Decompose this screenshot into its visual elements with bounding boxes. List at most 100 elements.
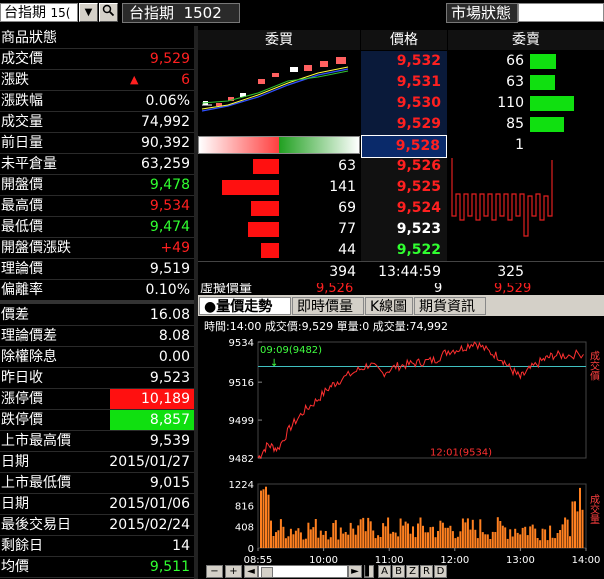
volume-bar	[287, 536, 290, 548]
chart-mode-button-r[interactable]: R	[420, 565, 433, 578]
virtual-qty: 9	[434, 283, 443, 294]
volume-tick-label: 816	[235, 501, 254, 512]
volume-bar	[272, 536, 275, 548]
volume-bar	[292, 534, 295, 548]
ask-row[interactable]: 9,532 66	[198, 51, 604, 72]
volume-bar	[541, 528, 544, 548]
volume-bar	[302, 539, 305, 548]
info-row: 日期 2015/01/27	[0, 452, 194, 473]
volume-bar	[446, 527, 449, 548]
up-arrow-icon: ▲	[130, 73, 139, 86]
bid-row[interactable]: 77 9,523	[198, 219, 604, 240]
volume-bar	[409, 533, 412, 548]
chart-mode-button-a[interactable]: A	[378, 565, 391, 578]
chart-mode-button-d[interactable]: D	[434, 565, 447, 578]
ask-row[interactable]: 9,530 110	[198, 93, 604, 114]
virtual-price-2: 9,529	[494, 283, 532, 294]
search-icon[interactable]	[99, 3, 118, 22]
quote-value: 9,534	[149, 198, 190, 214]
volume-bar	[344, 532, 347, 548]
volume-bar	[514, 528, 517, 548]
volume-bar	[319, 530, 322, 548]
volume-bar	[347, 534, 350, 548]
volume-bar	[367, 517, 370, 548]
quote-row: 漲跌 6 ▲	[0, 70, 194, 91]
quote-row: 漲跌幅 0.06%	[0, 91, 194, 112]
tab-realtime-price-volume[interactable]: 即時價量	[292, 297, 364, 315]
volume-bar	[536, 538, 539, 548]
price-volume-chart[interactable]: 95349516949994821224816408008:55 10:00 11:…	[198, 316, 604, 579]
product-title: 台指期 1502	[122, 3, 240, 23]
chart-mode-button-z[interactable]: Z	[406, 565, 419, 578]
index-select-code: 15(	[50, 6, 71, 20]
volume-bar	[422, 525, 424, 548]
quote-value-cell: 90,392	[110, 133, 194, 153]
virtual-label: 虛擬價量	[200, 283, 253, 294]
ask-row[interactable]: 9,529 85	[198, 114, 604, 135]
bid-row[interactable]: 63 9,526	[198, 156, 604, 177]
info-label: 昨日收	[1, 370, 43, 386]
quote-value-cell: 9,529	[110, 49, 194, 69]
bid-qty: 69	[338, 200, 356, 216]
volume-bar	[332, 523, 335, 548]
volume-bar	[566, 519, 569, 548]
bid-price: 9,522	[396, 242, 441, 258]
volume-bar	[342, 533, 345, 548]
volume-bar	[551, 537, 554, 548]
bid-qty: 141	[329, 179, 356, 195]
bid-row[interactable]: 141 9,525	[198, 177, 604, 198]
bid-row[interactable]: 44 9,522	[198, 240, 604, 261]
scroll-track[interactable]	[258, 565, 348, 578]
info-row: 上市最低價 9,015	[0, 473, 194, 494]
tab-kline[interactable]: K線圖	[365, 297, 413, 315]
quote-value: 9,474	[149, 219, 190, 235]
zoom-in-button[interactable]: +	[225, 565, 242, 578]
volume-bar	[441, 522, 444, 548]
info-label: 理論價差	[1, 328, 57, 344]
chart-mode-button-b[interactable]: B	[392, 565, 405, 578]
bid-volume-bar	[253, 159, 279, 174]
volume-bar	[481, 532, 484, 548]
quote-label: 理論價	[1, 261, 43, 277]
dropdown-arrow-icon[interactable]: ▼	[79, 3, 98, 22]
volume-bar	[317, 537, 320, 548]
zoom-out-button[interactable]: −	[206, 565, 223, 578]
tab-price-volume-trend[interactable]: ●量價走勢	[199, 297, 291, 315]
volume-bar	[339, 527, 342, 548]
volume-tick-label: 408	[235, 523, 254, 534]
info-value-cell: 2015/02/24	[109, 515, 194, 535]
scroll-end-button[interactable]: ▌	[364, 565, 374, 578]
info-label: 漲停價	[1, 391, 43, 407]
info-label: 除權除息	[1, 349, 57, 365]
tab-futures-info[interactable]: 期貨資訊	[414, 297, 486, 315]
quote-value-cell: 9,519	[110, 259, 194, 279]
info-value: 8.08	[158, 328, 190, 344]
info-value: 8,857	[149, 412, 190, 428]
info-value: 10,189	[141, 391, 190, 407]
volume-bar	[464, 522, 467, 548]
info-value: 9,015	[149, 475, 190, 491]
info-label: 上市最低價	[1, 475, 71, 491]
scroll-left-button[interactable]: ◄	[244, 565, 258, 578]
tab-scroll[interactable]	[600, 297, 604, 315]
volume-bar	[265, 486, 267, 548]
info-value-cell: 8.08	[110, 326, 194, 346]
volume-bar	[284, 538, 287, 548]
ask-row[interactable]: 9,528 1	[198, 135, 604, 158]
bid-row[interactable]: 69 9,524	[198, 198, 604, 219]
quote-value-cell: 0.06%	[110, 91, 194, 111]
scroll-right-button[interactable]: ►	[348, 565, 362, 578]
high-annotation: 09:09(9482)	[260, 345, 322, 356]
info-value-cell: 0.00	[110, 347, 194, 367]
volume-bar	[466, 518, 469, 548]
ask-volume-bar	[530, 117, 564, 132]
quote-row: 開盤價 9,478	[0, 175, 194, 196]
ask-row[interactable]: 9,531 63	[198, 72, 604, 93]
volume-bar	[559, 530, 562, 548]
volume-bar	[359, 519, 362, 548]
index-select[interactable]: 台指期 15(	[0, 3, 78, 22]
bid-volume-bar	[261, 243, 279, 258]
ask-qty: 63	[506, 74, 524, 90]
info-value-cell: 10,189	[110, 389, 194, 409]
scroll-thumb[interactable]	[261, 567, 273, 578]
